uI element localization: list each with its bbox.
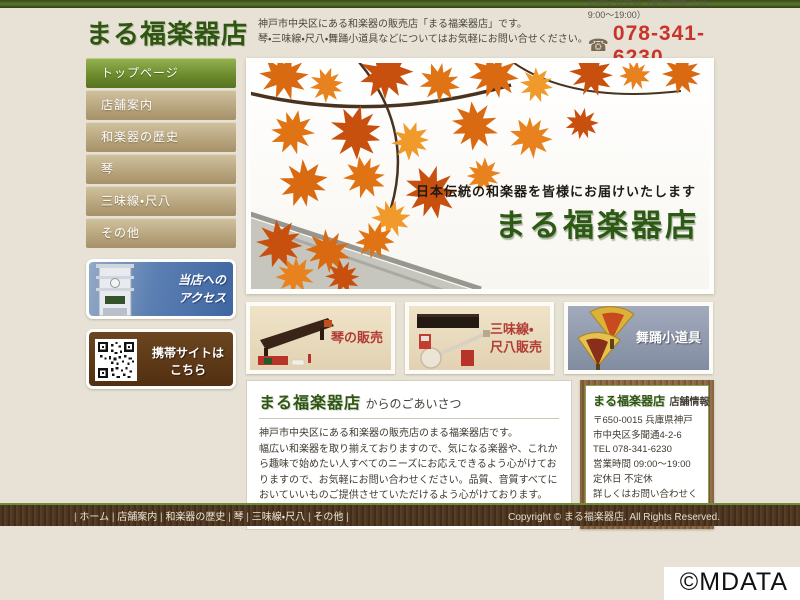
- mobile-site-banner[interactable]: 携帯サイトは こちら: [86, 329, 236, 389]
- store-address: 〒650-0015 兵庫県神戸市中央区多聞通4-2-6: [593, 414, 701, 443]
- footer-link-home[interactable]: ホーム: [74, 512, 109, 523]
- store-info-heading-text: 店舗情報: [669, 397, 709, 408]
- store-info-heading-logo: まる福楽器店: [593, 394, 665, 408]
- greeting-heading-logo: まる福楽器店: [259, 393, 361, 412]
- qr-code: [95, 339, 137, 381]
- greeting-heading-text: からのごあいさつ: [365, 397, 461, 411]
- koto-photo-icon: [250, 306, 340, 370]
- mobile-banner-line1: 携帯サイトは: [145, 345, 231, 362]
- footer-links: ホーム 店舗案内 和楽器の歴史 琴 三味線・尺八 その他: [74, 508, 349, 523]
- shamisen-photo-icon: [409, 306, 501, 370]
- sidebar-item-wagakki-history[interactable]: 和楽器の歴史: [86, 122, 236, 152]
- hero-catchphrase: 日本伝統の和楽器を皆様にお届けいたします: [416, 181, 696, 200]
- footer-link-koto[interactable]: 琴: [228, 512, 243, 523]
- access-banner-line2: アクセス: [178, 289, 226, 307]
- sidebar-item-shamisen-shakuhachi[interactable]: 三味線・尺八: [86, 186, 236, 216]
- tagline-line2: 琴・三味線・尺八・舞踊小道具などについてはお気軽にお問い合せください。: [258, 32, 588, 48]
- greeting-paragraph-1: 神戸市中央区にある和楽器の販売店のまる福楽器店です。: [259, 426, 559, 442]
- access-banner[interactable]: 当店への アクセス: [86, 259, 236, 319]
- autumn-maple-scene: [251, 63, 709, 289]
- tagline-line1: 神戸市中央区にある和楽器の販売店「まる福楽器店」です。: [258, 17, 588, 33]
- storefront-photo-icon: [89, 262, 151, 316]
- koto-sales-banner[interactable]: 琴の販売: [246, 302, 395, 374]
- sidebar-item-top-page[interactable]: トップページ: [86, 58, 236, 88]
- footer-link-shamisen-shakuhachi[interactable]: 三味線・尺八: [246, 512, 305, 523]
- footer: ホーム 店舗案内 和楽器の歴史 琴 三味線・尺八 その他 Copyright ©…: [0, 503, 800, 526]
- dance-props-banner[interactable]: 舞踊小道具: [564, 302, 713, 374]
- dance-props-label: 舞踊小道具: [636, 329, 701, 347]
- main-content: 日本伝統の和楽器を皆様にお届けいたします まる福楽器店: [246, 58, 714, 530]
- sidebar-item-others[interactable]: その他: [86, 218, 236, 248]
- hero-logo: まる福楽器店: [495, 200, 699, 245]
- mobile-banner-line2: こちら: [145, 362, 231, 379]
- store-tel: TEL 078-341-6230: [593, 443, 701, 458]
- product-banners: 琴の販売 三味線・: [246, 302, 714, 374]
- access-banner-line1: 当店への: [178, 271, 226, 289]
- shamisen-sales-label-line1: 三味線・: [490, 320, 542, 338]
- footer-link-store-guide[interactable]: 店舗案内: [112, 512, 157, 523]
- contact-note: お問い合せは（受付時間 平日 9:00～19:00）: [588, 0, 712, 21]
- greeting-heading: まる福楽器店 からのごあいさつ: [259, 389, 559, 419]
- mdata-watermark: ©MDATA: [664, 567, 800, 600]
- footer-link-wagakki-history[interactable]: 和楽器の歴史: [160, 512, 225, 523]
- site-logo: まる福楽器店: [86, 14, 248, 51]
- phone-icon: ☎: [588, 37, 609, 54]
- shamisen-shakuhachi-sales-banner[interactable]: 三味線・ 尺八販売: [405, 302, 554, 374]
- sidebar: トップページ 店舗案内 和楽器の歴史 琴 三味線・尺八 その他 当店への ア: [86, 58, 236, 530]
- store-hours: 営業時間 09:00～19:00: [593, 458, 701, 473]
- header: まる福楽器店 神戸市中央区にある和楽器の販売店「まる福楽器店」です。 琴・三味線…: [86, 8, 714, 54]
- site-tagline: 神戸市中央区にある和楽器の販売店「まる福楽器店」です。 琴・三味線・尺八・舞踊小…: [258, 17, 588, 48]
- hero-image: 日本伝統の和楽器を皆様にお届けいたします まる福楽器店: [246, 58, 714, 294]
- sidebar-item-koto[interactable]: 琴: [86, 154, 236, 184]
- copyright-text: Copyright © まる福楽器店. All Rights Reserved.: [508, 508, 720, 523]
- shamisen-sales-label-line2: 尺八販売: [490, 338, 542, 356]
- store-closed-days: 定休日 不定休: [593, 473, 701, 488]
- greeting-paragraph-2: 幅広い和楽器を取り揃えておりますので、気になる楽器や、これから趣味で始めたい人す…: [259, 442, 559, 504]
- store-info-heading: まる福楽器店 店舗情報: [593, 392, 701, 410]
- sidebar-item-store-guide[interactable]: 店舗案内: [86, 90, 236, 120]
- koto-sales-label: 琴の販売: [331, 329, 383, 347]
- footer-link-others[interactable]: その他: [308, 512, 343, 523]
